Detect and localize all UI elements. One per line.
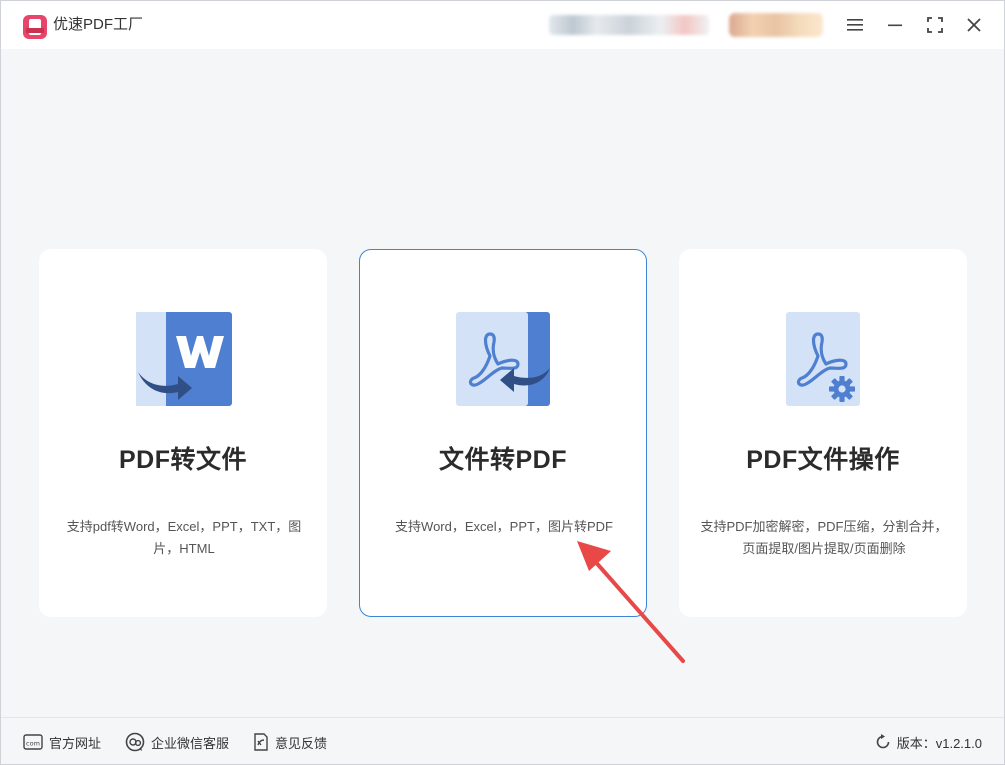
bottom-bar: com 官方网址 企业微信客服 意见反馈 版本：v1.2.1.0: [1, 717, 1004, 764]
app-logo-icon: [23, 15, 47, 39]
card-description: 支持Word，Excel，PPT，图片转PDF: [395, 519, 613, 534]
feedback-label: 意见反馈: [275, 735, 328, 751]
minimize-button[interactable]: [883, 13, 907, 37]
version-label: 版本：v1.2.1.0: [896, 735, 982, 751]
card-pdf-operations[interactable]: PDF文件操作 支持PDF加密解密，PDF压缩，分割合并，页面提取/图片提取/页…: [679, 249, 967, 617]
maximize-button[interactable]: [923, 13, 947, 37]
wechat-label: 企业微信客服: [151, 735, 230, 751]
card-file-to-pdf[interactable]: 文件转PDF 支持Word，Excel，PPT，图片转PDF: [359, 249, 647, 617]
close-icon: [967, 18, 981, 32]
svg-text:com: com: [26, 740, 40, 748]
card-title: 文件转PDF: [438, 446, 567, 474]
refresh-icon: [876, 734, 890, 749]
version-info[interactable]: 版本：v1.2.1.0: [875, 732, 982, 752]
blurred-user-badge[interactable]: [729, 13, 823, 37]
fullscreen-icon: [927, 17, 943, 33]
wechat-service-icon: [125, 732, 145, 752]
website-label: 官方网址: [49, 735, 102, 751]
website-link[interactable]: com 官方网址: [23, 732, 101, 752]
pdf-settings-icon: [786, 312, 860, 406]
close-button[interactable]: [962, 13, 986, 37]
feedback-link[interactable]: 意见反馈: [253, 732, 327, 752]
app-title: 优速PDF工厂: [53, 16, 144, 33]
wechat-service-link[interactable]: 企业微信客服: [125, 732, 229, 752]
pdf-convert-icon: [456, 312, 550, 406]
app-window: 优速PDF工厂 PDF转文件 支持pdf转Word，Excel，PPT，TXT，…: [0, 0, 1005, 765]
title-bar: 优速PDF工厂: [1, 1, 1004, 49]
card-description: 支持pdf转Word，Excel，PPT，TXT，图片，HTML: [66, 519, 302, 556]
card-pdf-to-file[interactable]: PDF转文件 支持pdf转Word，Excel，PPT，TXT，图片，HTML: [39, 249, 327, 617]
feedback-icon: [254, 733, 268, 751]
word-convert-icon: [136, 312, 232, 406]
hamburger-icon: [847, 19, 863, 31]
card-title: PDF转文件: [118, 446, 247, 474]
card-title: PDF文件操作: [746, 446, 900, 474]
blurred-account-info: [549, 15, 709, 35]
minimize-icon: [888, 24, 902, 27]
website-icon: com: [23, 734, 43, 750]
card-description: 支持PDF加密解密，PDF压缩，分割合并，页面提取/图片提取/页面删除: [700, 519, 948, 556]
menu-button[interactable]: [843, 13, 867, 37]
